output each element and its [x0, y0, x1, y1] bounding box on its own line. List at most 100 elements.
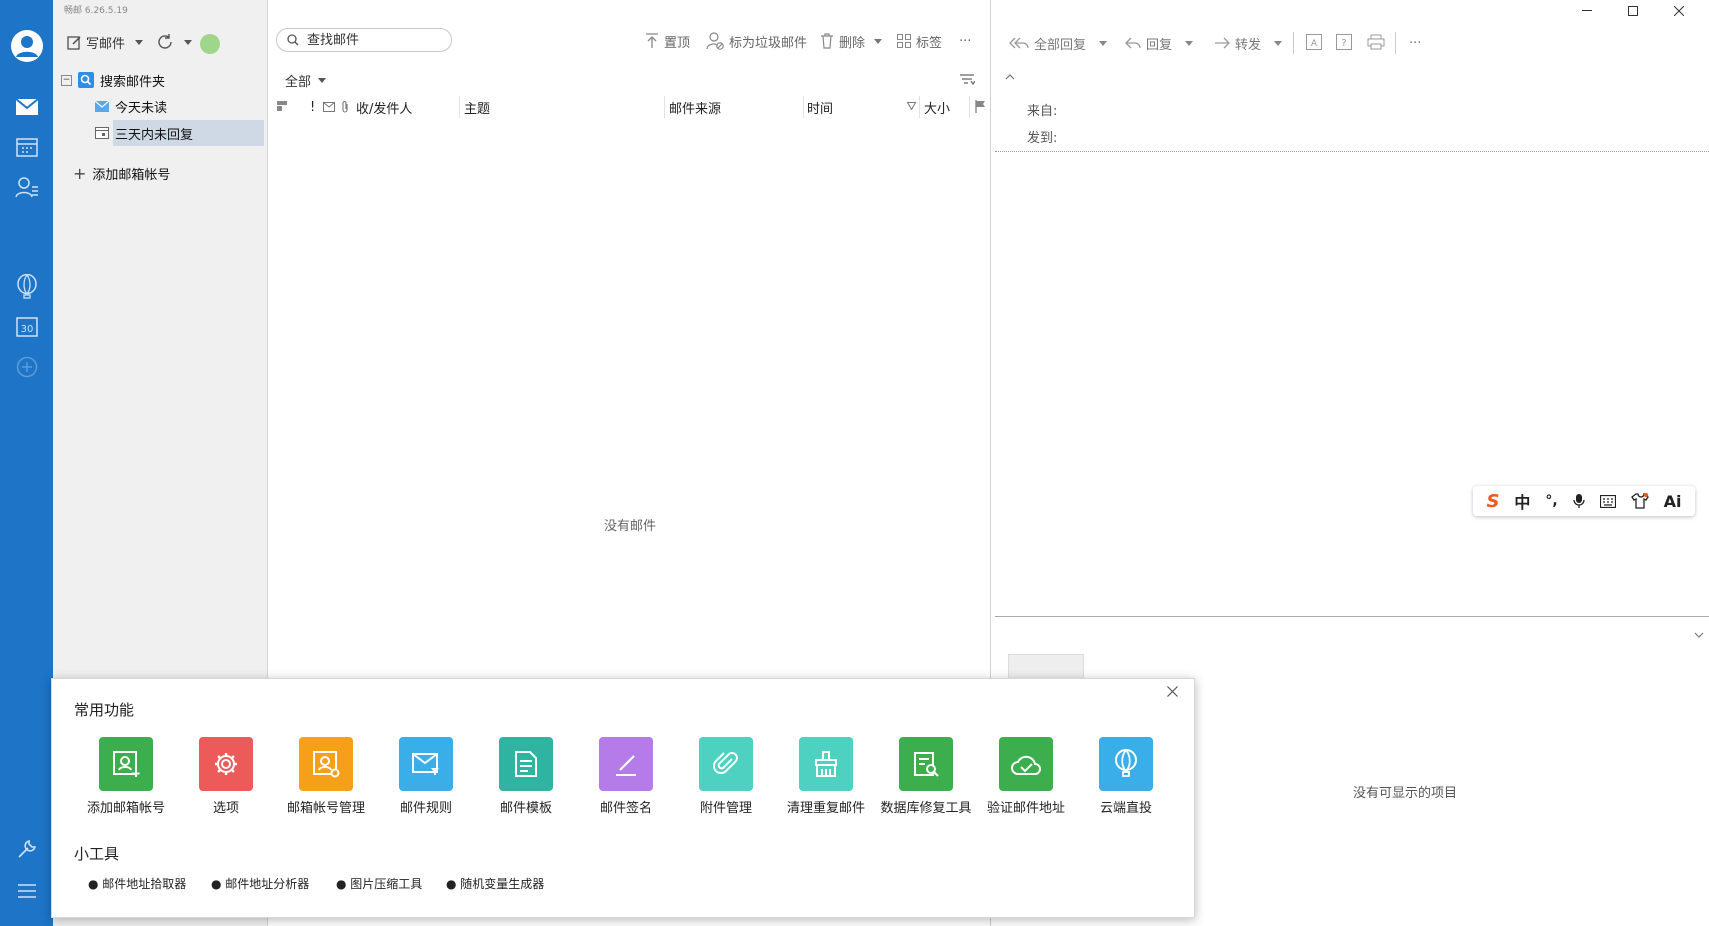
column-separator[interactable] [969, 96, 970, 118]
tool-template[interactable]: 邮件模板 [476, 737, 576, 817]
status-dot-icon[interactable] [200, 34, 220, 54]
gadget-address-analyzer[interactable]: ● 邮件地址分析器 [211, 875, 309, 892]
reply-dropdown-icon[interactable] [1185, 40, 1194, 46]
maximize-icon[interactable] [1610, 0, 1656, 22]
minimize-icon[interactable] [1564, 0, 1610, 22]
balloon-icon [1099, 737, 1153, 791]
reading-more-button[interactable]: ··· [1409, 30, 1421, 56]
tool-cloud-delivery[interactable]: 云端直投 [1076, 737, 1176, 817]
forward-dropdown-icon[interactable] [1274, 40, 1283, 46]
compose-dropdown-icon[interactable] [135, 40, 144, 45]
mark-spam-label: 标为垃圾邮件 [729, 35, 808, 51]
tool-signature[interactable]: 邮件签名 [576, 737, 676, 817]
from-label: 来自: [1027, 104, 1058, 119]
col-size[interactable]: 大小 [924, 96, 950, 118]
col-sender[interactable]: 收/发件人 [356, 96, 412, 118]
column-separator[interactable] [919, 96, 920, 118]
col-subject[interactable]: 主题 [464, 96, 490, 118]
close-icon[interactable] [1167, 686, 1178, 697]
skin-shirt-icon[interactable] [1630, 493, 1649, 509]
account-manage-icon [299, 737, 353, 791]
paperclip-icon [699, 737, 753, 791]
col-time[interactable]: 时间 [807, 96, 833, 118]
col-source[interactable]: 邮件来源 [669, 96, 721, 118]
contacts-icon[interactable] [0, 170, 53, 204]
print-icon[interactable] [1367, 34, 1385, 50]
flag-icon[interactable] [975, 100, 986, 113]
column-separator[interactable] [803, 96, 804, 118]
tool-attachment[interactable]: 附件管理 [676, 737, 776, 817]
collapse-icon[interactable]: − [61, 74, 72, 86]
flag-column-icon[interactable] [276, 100, 288, 112]
app-version: 畅邮 6.26.5.19 [64, 6, 128, 16]
search-input[interactable] [305, 31, 439, 49]
search-box[interactable] [276, 28, 452, 52]
compose-label: 写邮件 [86, 37, 126, 52]
add-account-link[interactable]: + 添加邮箱帐号 [73, 160, 170, 186]
tool-verify-address[interactable]: 验证邮件地址 [976, 737, 1076, 817]
column-separator[interactable] [664, 96, 665, 118]
ime-mode-chinese[interactable]: 中 [1514, 489, 1530, 513]
microphone-icon[interactable] [1573, 493, 1585, 509]
calendar-icon[interactable] [0, 130, 53, 164]
balloon-icon[interactable] [0, 270, 53, 304]
folder-item-3day-unreplied[interactable]: 三天内未回复 [113, 120, 264, 146]
col-priority[interactable]: ! [310, 96, 315, 118]
reply-all-dropdown-icon[interactable] [1099, 40, 1108, 46]
mail-icon[interactable] [0, 90, 53, 124]
mark-spam-button[interactable]: 标为垃圾邮件 [706, 28, 807, 54]
tool-add-account[interactable]: 添加邮箱帐号 [76, 737, 176, 817]
ime-punct-icon[interactable]: °, [1545, 493, 1557, 509]
filter-dropdown[interactable]: 全部 [285, 71, 327, 90]
tool-mail-rule[interactable]: 邮件规则 [376, 737, 476, 817]
gadget-image-compress[interactable]: ● 图片压缩工具 [336, 875, 422, 892]
search-folder-root[interactable]: − 搜索邮件夹 [61, 67, 165, 93]
expand-icon[interactable] [1694, 632, 1704, 638]
add-circle-icon[interactable] [0, 350, 53, 384]
avatar-icon[interactable] [0, 27, 53, 65]
mail-rule-icon [399, 737, 453, 791]
tool-account-manage[interactable]: 邮箱帐号管理 [276, 737, 376, 817]
folder-item-today-unread[interactable]: 今天未读 [95, 93, 245, 119]
folder-item-label: 今天未读 [115, 100, 168, 116]
common-functions-title: 常用功能 [74, 701, 135, 719]
wrench-icon[interactable] [0, 832, 53, 866]
tool-db-repair[interactable]: 数据库修复工具 [876, 737, 976, 817]
refresh-dropdown-icon[interactable] [184, 39, 192, 45]
close-window-icon[interactable] [1656, 0, 1702, 22]
compose-button[interactable]: 写邮件 [67, 33, 144, 52]
calendar-30-icon[interactable]: 30 [0, 310, 53, 344]
filter-label: 全部 [285, 75, 312, 90]
tag-label: 标签 [916, 35, 943, 51]
delete-dropdown-icon[interactable] [874, 38, 883, 44]
column-separator[interactable] [459, 96, 460, 118]
tag-button[interactable]: 标签 [897, 28, 942, 54]
tool-label: 添加邮箱帐号 [86, 801, 165, 816]
pin-button[interactable]: 置顶 [645, 28, 690, 54]
menu-icon[interactable] [0, 874, 53, 908]
read-status-icon[interactable] [323, 102, 335, 112]
pane-splitter[interactable] [995, 616, 1709, 617]
tool-clean-duplicates[interactable]: 清理重复邮件 [776, 737, 876, 817]
pin-top-icon [646, 33, 658, 48]
ime-ai-button[interactable]: Ai [1664, 492, 1682, 511]
gadget-address-picker[interactable]: ● 邮件地址拾取器 [88, 875, 186, 892]
reply-all-button[interactable]: 全部回复 [1009, 30, 1108, 56]
forward-button[interactable]: 转发 [1214, 30, 1283, 56]
tool-options[interactable]: 选项 [176, 737, 276, 817]
keyboard-icon[interactable] [1599, 494, 1616, 508]
collapse-header-icon[interactable] [1005, 74, 1015, 80]
reply-label: 回复 [1146, 37, 1173, 53]
reply-button[interactable]: 回复 [1125, 30, 1194, 56]
help-icon[interactable]: ? [1336, 34, 1352, 50]
sort-desc-icon[interactable] [907, 102, 916, 110]
list-more-button[interactable]: ··· [959, 28, 971, 54]
sort-icon[interactable] [959, 74, 975, 86]
translate-icon[interactable]: A [1306, 34, 1322, 50]
sogou-logo-icon[interactable]: S [1486, 491, 1499, 512]
attachment-column-icon[interactable] [341, 100, 349, 114]
gadget-random-variable[interactable]: ● 随机变量生成器 [446, 875, 544, 892]
refresh-button[interactable] [156, 33, 192, 51]
reply-icon [1125, 37, 1141, 49]
delete-button[interactable]: 删除 [820, 28, 883, 54]
